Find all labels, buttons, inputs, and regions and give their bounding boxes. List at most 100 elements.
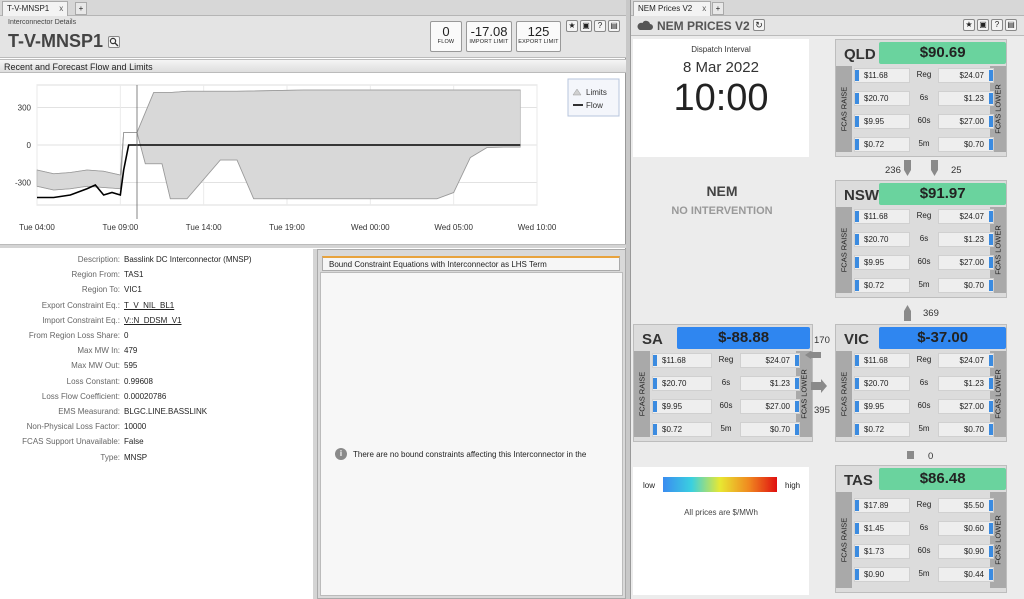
import-limit-value: -17.08 [470,24,508,39]
detail-key: Region From: [71,270,120,280]
comment-icon[interactable]: ▤ [608,20,620,32]
detail-row: Import Constraint Eq.: V::N_DDSM_V1 [0,316,310,331]
nsw-vic-arrow [904,305,911,321]
legend-flow-label: Flow [586,101,603,110]
detail-key: Export Constraint Eq.: [41,300,120,310]
detail-row: Region To: VIC1 [0,285,310,300]
detail-row: Region From: TAS1 [0,270,310,285]
info-icon: i [335,448,347,460]
detail-value: 10000 [124,422,147,432]
detail-row: Non-Physical Loss Factor: 10000 [0,422,310,437]
interconnector-arrows [805,160,938,459]
detail-key: Non-Physical Loss Factor: [26,422,120,432]
detail-key: Description: [77,255,120,264]
qld-nsw-arrow-right [931,160,938,176]
sa-vic-arrow-bottom [811,379,827,393]
detail-row: FCAS Support Unavailable: False [0,437,310,452]
flow-chart: 300 0 -300 Tue 04:00 Tue 09:00 Tue 14:00 Tue 1… [15,78,620,232]
detail-row: EMS Measurand: BLGC.LINE.BASSLINK [0,407,310,422]
flow-label: FLOW [437,39,455,45]
flow-box: 0 FLOW [430,21,462,52]
detail-value: Basslink DC Interconnector (MNSP) [124,255,252,264]
detail-value: VIC1 [124,285,142,295]
close-icon[interactable]: x [59,4,63,13]
x-tick-label: Tue 19:00 [269,223,305,232]
detail-link[interactable]: T_V_NIL_BL1 [124,301,174,310]
detail-row: Loss Constant: 0.99608 [0,377,310,392]
header-subtitle: Interconnector Details [8,19,77,26]
y-tick-label: 300 [18,104,32,113]
vic-tas-marker [907,451,914,459]
x-tick-label: Wed 10:00 [518,223,557,232]
detail-value: 0 [124,331,129,340]
chart-legend [567,78,620,117]
x-tick-label: Wed 00:00 [351,223,390,232]
y-tick-label: -300 [15,179,32,188]
y-tick-label: 0 [27,141,32,150]
right-panel: NEM Prices V2 x + NEM PRICES V2 ↻ ★ ▣ ? ▤… [630,0,1024,599]
detail-row: Type: MNSP [0,453,310,468]
flow-nsw-vic: 369 [923,308,939,319]
bound-constraints-tab[interactable]: Bound Constraint Equations with Intercon… [322,256,620,271]
page-title: T-V-MNSP1 [8,31,104,51]
camera-icon[interactable]: ▣ [580,20,592,32]
detail-row: Max MW In: 479 [0,346,310,361]
x-tick-label: Tue 14:00 [186,223,222,232]
tab-interconnector[interactable]: T-V-MNSP1 x [2,1,69,16]
bound-constraints-panel: Bound Constraint Equations with Intercon… [317,249,626,599]
sa-vic-arrow-top [805,351,821,359]
detail-key: From Region Loss Share: [28,331,120,340]
detail-key: Region To: [81,285,120,295]
qld-nsw-arrow-left [904,160,911,176]
detail-value: 0.00020786 [124,391,167,401]
x-tick-label: Tue 04:00 [19,223,55,232]
detail-value: MNSP [124,452,148,462]
detail-key: FCAS Support Unavailable: [22,437,120,447]
detail-value: False [124,437,144,447]
detail-value: 595 [124,361,138,371]
flow-qld-nsw-right: 25 [951,165,962,176]
detail-key: Loss Constant: [66,376,120,386]
flow-value: 0 [442,24,450,39]
horizontal-splitter[interactable] [0,244,626,248]
detail-value: BLGC.LINE.BASSLINK [124,407,208,416]
search-icon[interactable] [108,36,120,48]
import-limit-label: IMPORT LIMIT [469,39,509,45]
detail-row: Description: Basslink DC Interconnector (… [0,255,310,270]
bound-message: There are no bound constraints affecting… [353,450,587,459]
export-limit-box: 125 EXPORT LIMIT [516,21,561,52]
detail-key: EMS Measurand: [58,407,120,416]
detail-value: TAS1 [124,270,144,280]
chart-section-header: Recent and Forecast Flow and Limits [0,59,626,73]
detail-row: Export Constraint Eq.: T_V_NIL_BL1 [0,301,310,316]
detail-key: Loss Flow Coefficient: [41,391,120,401]
x-tick-label: Wed 05:00 [434,223,473,232]
left-panel: T-V-MNSP1 x + Interconnector Details T-V-… [0,0,626,599]
detail-key: Max MW Out: [71,361,120,371]
detail-row: Loss Flow Coefficient: 0.00020786 [0,392,310,407]
export-limit-label: EXPORT LIMIT [518,39,559,45]
help-icon[interactable]: ? [594,20,606,32]
detail-key: Import Constraint Eq.: [42,315,120,325]
details-panel: Description: Basslink DC Interconnector (… [0,249,313,599]
left-tabbar [0,0,626,16]
flow-qld-nsw-left: 236 [885,165,901,176]
detail-row: Max MW Out: 595 [0,361,310,376]
detail-key: Type: [100,452,120,462]
bound-constraints-body: i There are no bound constraints affecti… [320,272,623,596]
import-limit-box: -17.08 IMPORT LIMIT [466,21,512,52]
export-limit-value: 125 [527,24,550,39]
legend-limits-label: Limits [586,88,607,97]
tab-label: T-V-MNSP1 [7,4,50,13]
detail-value: 0.99608 [124,376,153,386]
flow-vic-tas: 0 [928,451,934,462]
detail-link[interactable]: V::N_DDSM_V1 [124,316,182,325]
detail-key: Max MW In: [77,346,120,356]
flow-sa-vic-top: 170 [814,335,830,346]
add-tab-button[interactable]: + [75,2,87,15]
star-icon[interactable]: ★ [566,20,578,32]
detail-value: 479 [124,346,138,356]
detail-row: From Region Loss Share: 0 [0,331,310,346]
x-tick-label: Tue 09:00 [102,223,138,232]
flow-sa-vic-bottom: 395 [814,405,830,416]
